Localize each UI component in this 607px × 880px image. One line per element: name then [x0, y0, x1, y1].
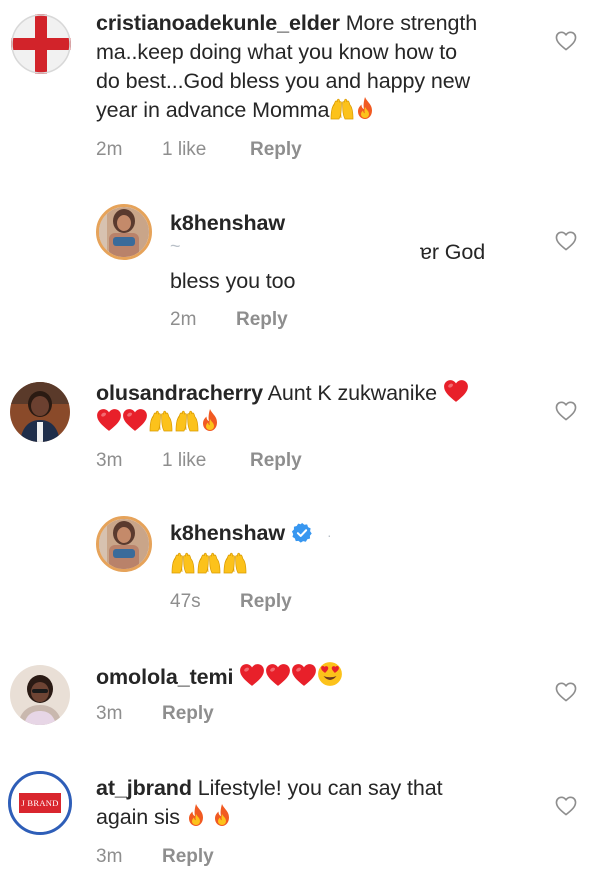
reply-button[interactable]: Reply [162, 846, 214, 868]
comment-meta: 2m Reply [170, 309, 288, 331]
comment-username[interactable]: olusandracherry [96, 381, 263, 405]
heart-outline-icon[interactable] [555, 796, 577, 816]
fire-emoji [200, 408, 220, 432]
heart-eyes-emoji [317, 661, 343, 687]
comment-time: 47s [170, 591, 201, 612]
comment-item: omolola_temi 3m Reply [0, 640, 607, 750]
reply-button[interactable]: Reply [162, 703, 214, 725]
verified-badge-icon [291, 522, 313, 544]
comment-likes[interactable]: 1 like [162, 450, 250, 472]
comment-meta: 47s Reply [170, 591, 292, 613]
raising-hands-emoji [148, 410, 174, 432]
comment-item: J BRAND at_jbrand Lifestyle! you can say… [0, 750, 607, 880]
reply-button[interactable]: Reply [250, 450, 302, 472]
red-heart-emoji [291, 663, 317, 687]
raising-hands-emoji [222, 552, 248, 574]
comment-item: olusandracherry Aunt K zukwanike 3m 1 li… [0, 340, 607, 490]
comment-text: olusandracherry Aunt K zukwanike [96, 379, 536, 437]
comment-text: k8henshaw · [170, 519, 570, 579]
blurred-text: ~ [170, 236, 181, 256]
woman-photo-avatar[interactable] [10, 382, 70, 442]
comment-meta: 3m 1 like Reply [96, 450, 302, 472]
comment-time: 3m [96, 450, 123, 471]
comment-username[interactable]: omolola_temi [96, 665, 233, 689]
comment-username[interactable]: k8henshaw [170, 521, 285, 545]
fire-emoji [186, 803, 206, 827]
heart-outline-icon[interactable] [555, 401, 577, 421]
woman-photo-avatar[interactable] [10, 665, 70, 725]
comment-text: at_jbrand Lifestyle! you can say that ag… [96, 776, 443, 829]
raising-hands-emoji [196, 552, 222, 574]
comment-likes[interactable]: 1 like [162, 139, 250, 161]
red-heart-emoji [96, 408, 122, 432]
profile-photo-avatar[interactable] [96, 516, 152, 572]
comment-meta: 3m Reply [96, 846, 214, 868]
raising-hands-emoji [170, 552, 196, 574]
jbrand-logo-text: J BRAND [21, 798, 59, 808]
red-heart-emoji [122, 408, 148, 432]
comment-meta: 2m 1 like Reply [96, 139, 302, 161]
blurred-text: · [327, 527, 332, 543]
fire-emoji [212, 803, 232, 827]
red-heart-emoji [239, 663, 265, 687]
red-heart-emoji [443, 379, 469, 403]
comment-username[interactable]: cristianoadekunle_elder [96, 11, 340, 35]
reply-button[interactable]: Reply [236, 309, 288, 331]
comment-time: 2m [96, 139, 123, 160]
comment-time: 3m [96, 703, 123, 724]
comment-username[interactable]: k8henshaw [170, 211, 285, 235]
comment-text: cristianoadekunle_elder More strength ma… [96, 11, 478, 122]
comment-time: 3m [96, 846, 123, 867]
raising-hands-emoji [174, 410, 200, 432]
reply-button[interactable]: Reply [240, 591, 292, 613]
raising-hands-emoji [329, 98, 355, 120]
fire-emoji [355, 96, 375, 120]
comment-time: 2m [170, 309, 197, 330]
comment-meta: 3m Reply [96, 703, 214, 725]
comment-item: k8henshaw · 47s Reply [0, 490, 607, 640]
comment-item: cristianoadekunle_elder More strength ma… [0, 0, 607, 190]
heart-outline-icon[interactable] [555, 682, 577, 702]
england-flag-avatar[interactable] [11, 14, 71, 74]
jbrand-logo-avatar[interactable]: J BRAND [8, 771, 72, 835]
comment-text: omolola_temi [96, 661, 536, 692]
comment-username[interactable]: at_jbrand [96, 776, 192, 800]
heart-outline-icon[interactable] [555, 231, 577, 251]
comment-item: k8henshaw ~ ɐr God bless you too 2m Repl… [0, 190, 607, 340]
comment-text: k8henshaw ~ ɐr God bless you too [170, 211, 486, 293]
reply-button[interactable]: Reply [250, 139, 302, 161]
heart-outline-icon[interactable] [555, 31, 577, 51]
profile-photo-avatar[interactable] [96, 204, 152, 260]
red-heart-emoji [265, 663, 291, 687]
